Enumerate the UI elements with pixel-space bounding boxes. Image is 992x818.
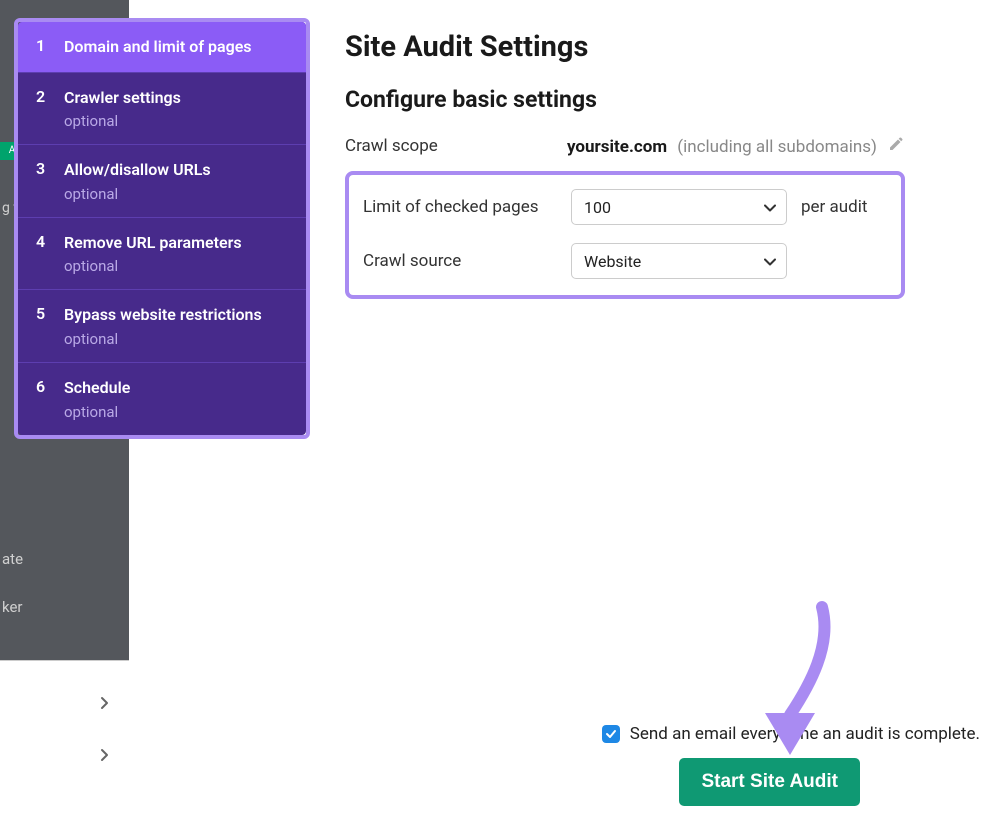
- step-label: Domain and limit of pages: [64, 36, 290, 58]
- step-allow-disallow[interactable]: 3 Allow/disallow URLs optional: [18, 145, 306, 218]
- limit-row: Limit of checked pages 100 per audit: [363, 189, 887, 225]
- source-select[interactable]: Website: [571, 243, 787, 279]
- crawl-scope-label: Crawl scope: [345, 136, 567, 156]
- step-schedule[interactable]: 6 Schedule optional: [18, 363, 306, 435]
- step-domain-limit[interactable]: 1 Domain and limit of pages: [18, 22, 306, 73]
- crawl-scope-value: yoursite.com: [567, 137, 667, 157]
- step-number: 1: [36, 36, 64, 55]
- footer: Send an email every time an audit is com…: [345, 724, 980, 806]
- crawl-scope-note: (including all subdomains): [677, 137, 877, 157]
- step-optional: optional: [64, 112, 290, 130]
- step-label: Crawler settings: [64, 87, 290, 109]
- step-number: 4: [36, 232, 64, 251]
- step-label: Bypass website restrictions: [64, 304, 290, 326]
- step-number: 5: [36, 304, 64, 323]
- background-panel: [0, 660, 129, 818]
- background-text: ker: [2, 598, 23, 616]
- chevron-down-icon: [764, 252, 776, 271]
- source-value: Website: [584, 252, 641, 271]
- step-optional: optional: [64, 257, 290, 275]
- chevron-down-icon: [764, 198, 776, 217]
- step-optional: optional: [64, 403, 290, 421]
- limit-label: Limit of checked pages: [363, 197, 571, 217]
- step-bypass-restrictions[interactable]: 5 Bypass website restrictions optional: [18, 290, 306, 363]
- email-notify-text: Send an email every time an audit is com…: [630, 724, 980, 744]
- step-optional: optional: [64, 330, 290, 348]
- source-row: Crawl source Website: [363, 243, 887, 279]
- limit-select[interactable]: 100: [571, 189, 787, 225]
- background-text: ate: [2, 550, 23, 568]
- email-checkbox[interactable]: [602, 725, 620, 743]
- step-label: Schedule: [64, 377, 290, 399]
- step-optional: optional: [64, 185, 290, 203]
- step-number: 6: [36, 377, 64, 396]
- step-crawler-settings[interactable]: 2 Crawler settings optional: [18, 73, 306, 146]
- section-title: Configure basic settings: [345, 86, 980, 113]
- chevron-right-icon: [100, 695, 110, 714]
- steps-panel: 1 Domain and limit of pages 2 Crawler se…: [18, 22, 306, 435]
- step-label: Allow/disallow URLs: [64, 159, 290, 181]
- page-title: Site Audit Settings: [345, 30, 980, 64]
- limit-value: 100: [584, 198, 611, 217]
- limit-suffix: per audit: [801, 197, 867, 217]
- step-number: 3: [36, 159, 64, 178]
- chevron-right-icon: [100, 747, 110, 766]
- start-site-audit-button[interactable]: Start Site Audit: [679, 758, 860, 806]
- main-content: Site Audit Settings Configure basic sett…: [345, 30, 980, 299]
- steps-panel-highlight: 1 Domain and limit of pages 2 Crawler se…: [14, 18, 310, 439]
- step-remove-params[interactable]: 4 Remove URL parameters optional: [18, 218, 306, 291]
- source-label: Crawl source: [363, 251, 571, 271]
- settings-highlight: Limit of checked pages 100 per audit Cra…: [345, 171, 905, 299]
- crawl-scope-row: Crawl scope yoursite.com (including all …: [345, 135, 980, 157]
- email-notify-row: Send an email every time an audit is com…: [345, 724, 980, 744]
- step-number: 2: [36, 87, 64, 106]
- pencil-icon[interactable]: [887, 135, 905, 153]
- step-label: Remove URL parameters: [64, 232, 290, 254]
